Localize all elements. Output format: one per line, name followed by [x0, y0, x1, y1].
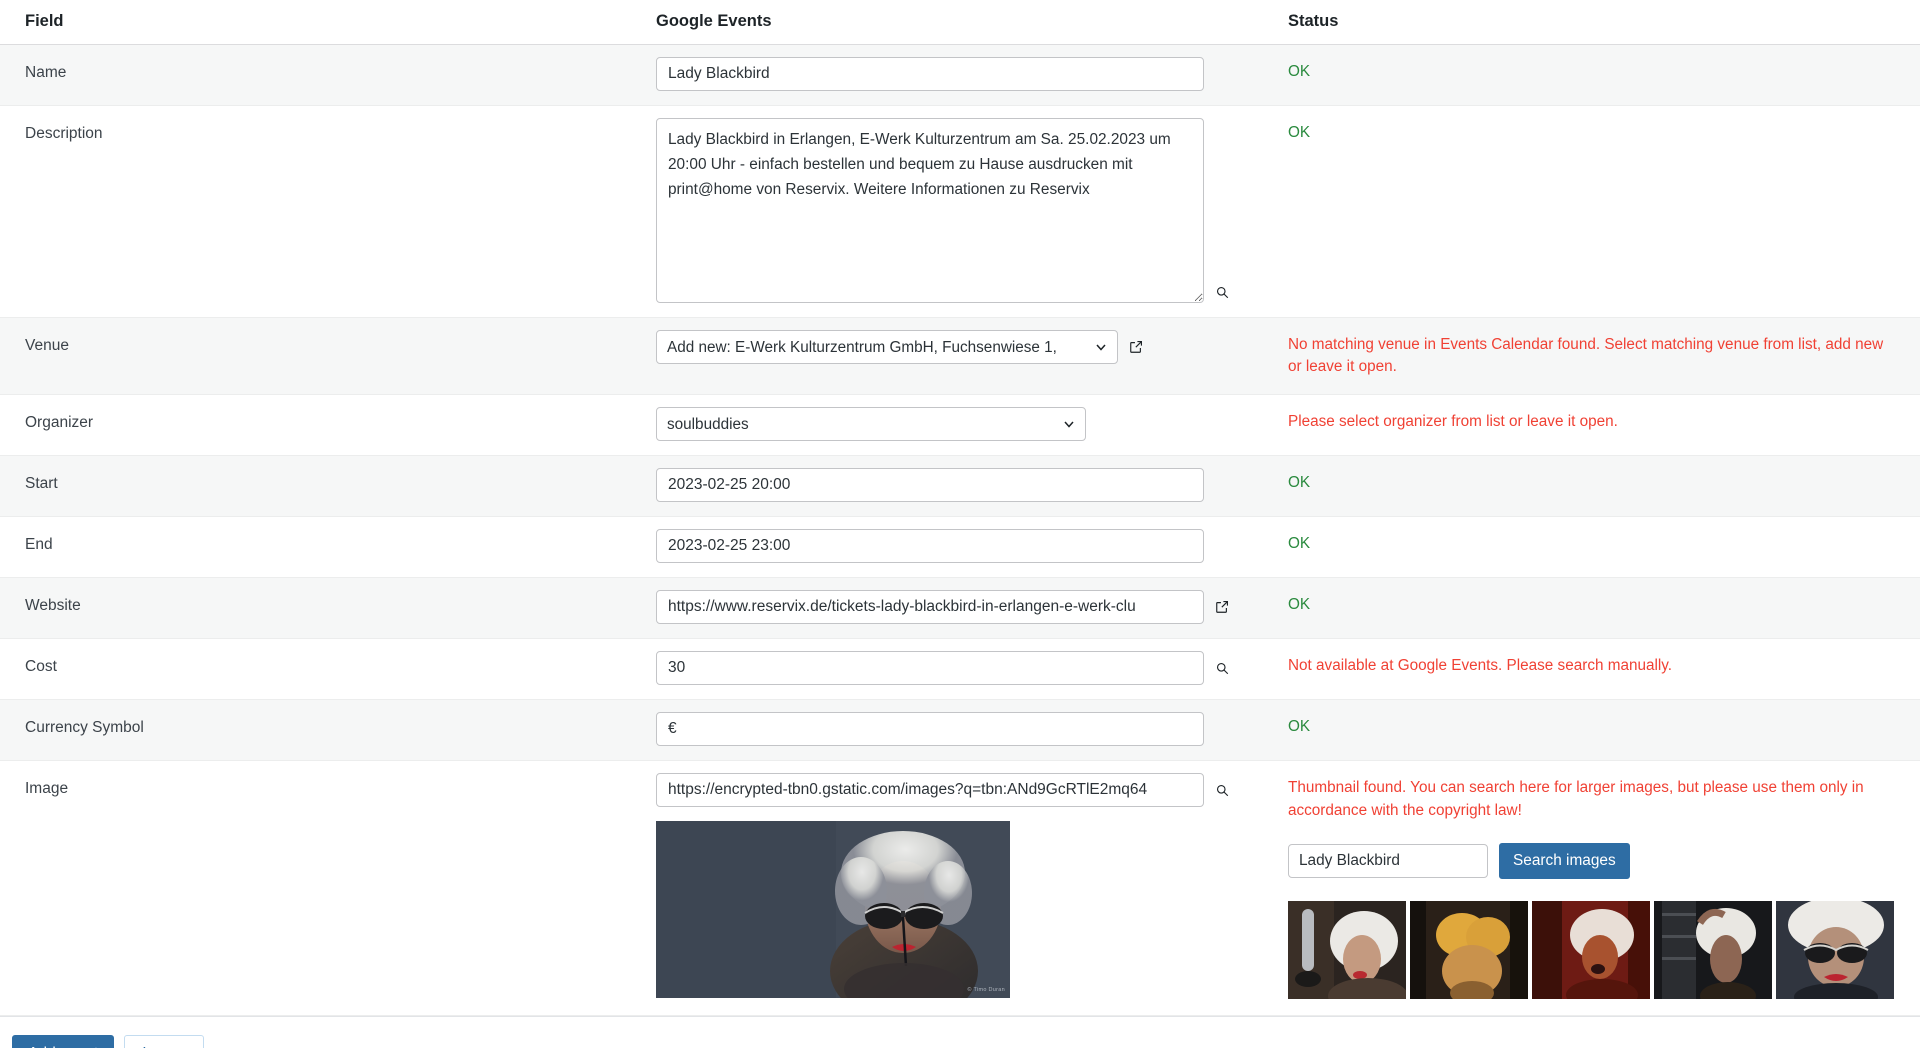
cost-input[interactable]	[656, 651, 1204, 685]
table-row-end: End OK	[0, 517, 1920, 578]
organizer-select-wrapper: soulbuddies	[656, 407, 1086, 441]
image-url-input[interactable]	[656, 773, 1204, 807]
table-body: Name OK Description Lady Blackbird in Er…	[0, 45, 1920, 1016]
ignore-button[interactable]: Ignore	[124, 1035, 204, 1048]
status-name: OK	[1288, 45, 1920, 106]
search-icon-cost[interactable]	[1213, 651, 1231, 685]
table-row-description: Description Lady Blackbird in Erlangen, …	[0, 106, 1920, 318]
status-end: OK	[1288, 517, 1920, 578]
field-label-website: Website	[0, 578, 656, 639]
thumbnail-5-graphic	[1776, 901, 1894, 999]
external-link-icon-venue[interactable]	[1127, 330, 1145, 364]
field-value-name-cell	[656, 45, 1288, 106]
image-preview: © Timo Duran	[656, 821, 1010, 998]
table-head: Field Google Events Status	[0, 0, 1920, 45]
thumbnail-result-2[interactable]	[1410, 901, 1528, 999]
image-preview-graphic	[656, 821, 1010, 998]
field-value-end-cell	[656, 517, 1288, 578]
image-watermark: © Timo Duran	[967, 987, 1005, 993]
thumbnail-result-3[interactable]	[1532, 901, 1650, 999]
table-header-row: Field Google Events Status	[0, 0, 1920, 45]
footer-actions: Add event Ignore	[0, 1016, 1920, 1048]
field-value-organizer-cell: soulbuddies	[656, 395, 1288, 456]
table-row-start: Start OK	[0, 456, 1920, 517]
field-label-name: Name	[0, 45, 656, 106]
table-row-venue: Venue Add new: E-Werk Kulturzentrum GmbH…	[0, 318, 1920, 395]
add-event-button[interactable]: Add event	[12, 1035, 114, 1048]
thumbnail-4-graphic	[1654, 901, 1772, 999]
search-images-button[interactable]: Search images	[1499, 843, 1630, 879]
image-search-input[interactable]	[1288, 844, 1488, 878]
field-value-cost-cell	[656, 639, 1288, 700]
field-label-end: End	[0, 517, 656, 578]
thumbnail-1-graphic	[1288, 901, 1406, 999]
column-header-field: Field	[0, 0, 656, 45]
table-row-currency-symbol: Currency Symbol OK	[0, 700, 1920, 761]
image-status-cell: Thumbnail found. You can search here for…	[1288, 761, 1920, 1016]
status-organizer: Please select organizer from list or lea…	[1288, 395, 1920, 456]
currency-symbol-input[interactable]	[656, 712, 1204, 746]
venue-select[interactable]: Add new: E-Werk Kulturzentrum GmbH, Fuch…	[656, 330, 1118, 364]
comparison-table: Field Google Events Status Name OK Descr…	[0, 0, 1920, 1016]
column-header-google-events: Google Events	[656, 0, 1288, 45]
external-link-icon-website[interactable]	[1213, 590, 1231, 624]
field-label-image: Image	[0, 761, 656, 1016]
field-value-currency-cell	[656, 700, 1288, 761]
status-description: OK	[1288, 106, 1920, 318]
field-value-start-cell	[656, 456, 1288, 517]
organizer-select[interactable]: soulbuddies	[656, 407, 1086, 441]
table-row-cost: Cost Not available at Google Events. Ple…	[0, 639, 1920, 700]
status-venue: No matching venue in Events Calendar fou…	[1288, 318, 1920, 395]
field-value-description-cell: Lady Blackbird in Erlangen, E-Werk Kultu…	[656, 106, 1288, 318]
field-value-image-cell: © Timo Duran	[656, 761, 1288, 1016]
field-label-start: Start	[0, 456, 656, 517]
field-value-website-cell	[656, 578, 1288, 639]
description-textarea[interactable]: Lady Blackbird in Erlangen, E-Werk Kultu…	[656, 118, 1204, 303]
column-header-status: Status	[1288, 0, 1920, 45]
start-input[interactable]	[656, 468, 1204, 502]
event-comparison-page: Field Google Events Status Name OK Descr…	[0, 0, 1920, 1048]
thumbnail-result-1[interactable]	[1288, 901, 1406, 999]
table-row-name: Name OK	[0, 45, 1920, 106]
field-label-venue: Venue	[0, 318, 656, 395]
search-icon-image[interactable]	[1213, 773, 1231, 807]
thumbnail-result-5[interactable]	[1776, 901, 1894, 999]
venue-select-wrapper: Add new: E-Werk Kulturzentrum GmbH, Fuch…	[656, 330, 1118, 364]
field-label-organizer: Organizer	[0, 395, 656, 456]
image-thumbnail-strip	[1288, 901, 1896, 999]
status-cost: Not available at Google Events. Please s…	[1288, 639, 1920, 700]
table-row-image: Image	[0, 761, 1920, 1016]
status-start: OK	[1288, 456, 1920, 517]
thumbnail-result-4[interactable]	[1654, 901, 1772, 999]
status-image: Thumbnail found. You can search here for…	[1288, 777, 1896, 821]
search-icon-description[interactable]	[1213, 118, 1231, 303]
thumbnail-3-graphic	[1532, 901, 1650, 999]
table-row-organizer: Organizer soulbuddies Please sele	[0, 395, 1920, 456]
field-value-venue-cell: Add new: E-Werk Kulturzentrum GmbH, Fuch…	[656, 318, 1288, 395]
field-label-currency-symbol: Currency Symbol	[0, 700, 656, 761]
status-website: OK	[1288, 578, 1920, 639]
thumbnail-2-graphic	[1410, 901, 1528, 999]
field-label-cost: Cost	[0, 639, 656, 700]
end-input[interactable]	[656, 529, 1204, 563]
status-currency-symbol: OK	[1288, 700, 1920, 761]
field-label-description: Description	[0, 106, 656, 318]
name-input[interactable]	[656, 57, 1204, 91]
image-search-row: Search images	[1288, 843, 1896, 879]
website-input[interactable]	[656, 590, 1204, 624]
table-row-website: Website OK	[0, 578, 1920, 639]
